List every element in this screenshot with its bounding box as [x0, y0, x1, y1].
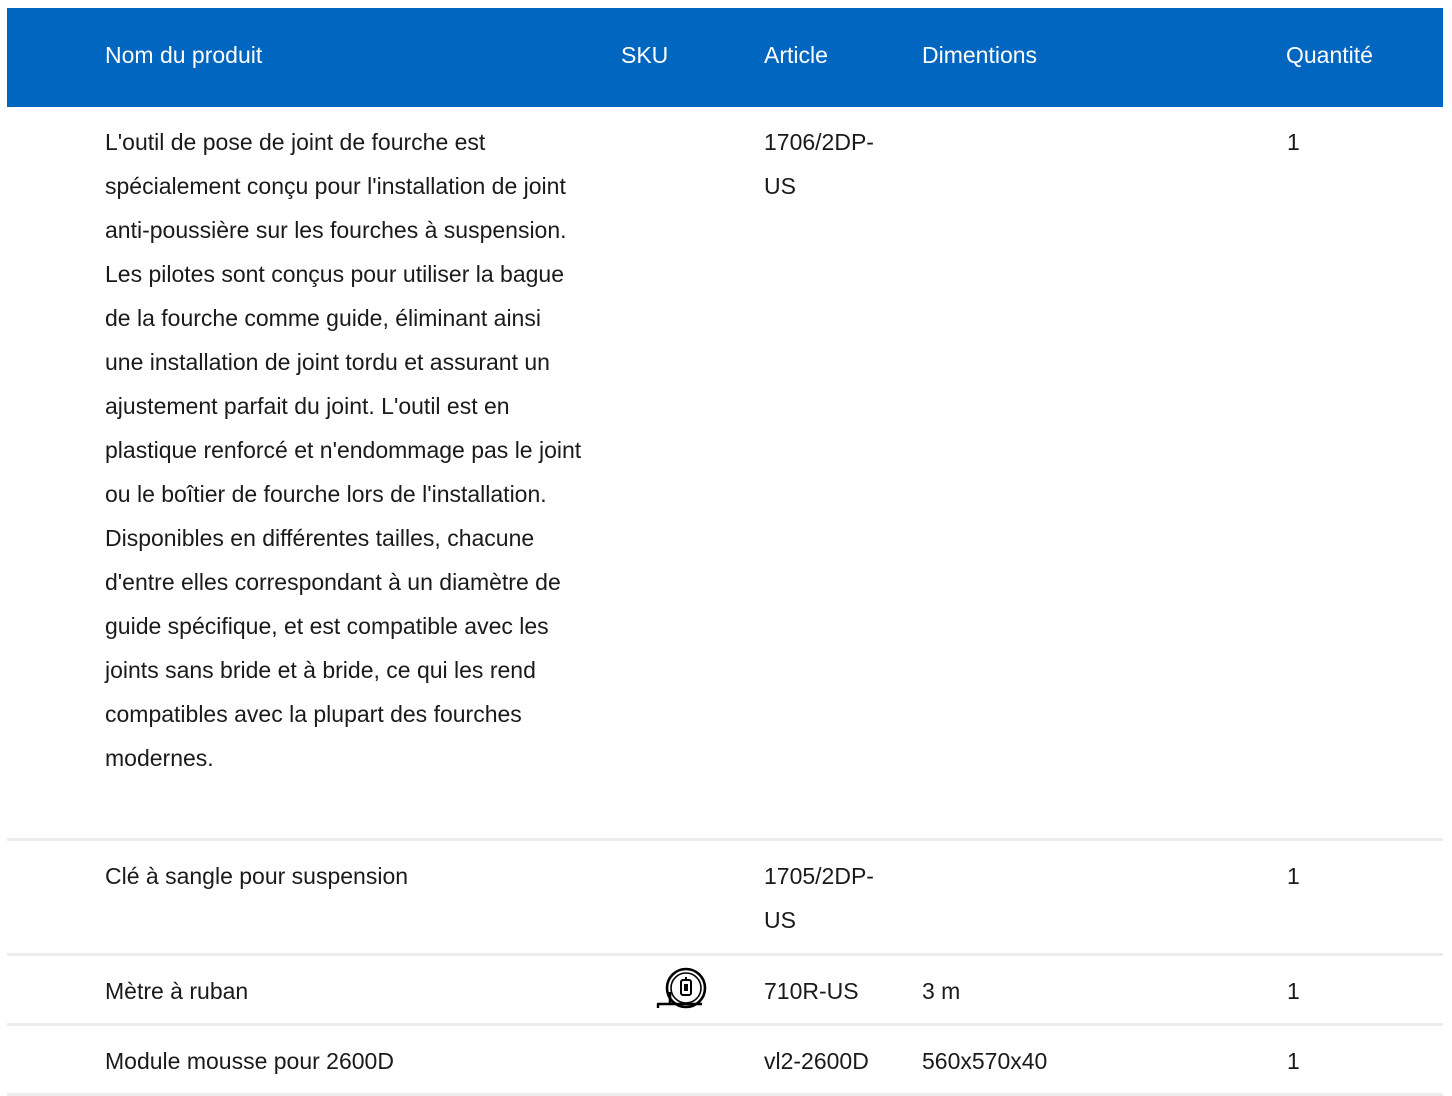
product-name-cell: Mètre à ruban: [105, 978, 249, 1004]
dimensions-cell: 560x570x40: [922, 1048, 1048, 1074]
quantity-cell: 1: [1287, 1048, 1300, 1074]
product-name-cell: Module mousse pour 2600D: [105, 1048, 394, 1074]
article-cell: 1706/2DP-US: [764, 129, 874, 199]
product-table: Nom du produit SKU Article Dimentions Qu…: [7, 8, 1443, 1096]
quantity-cell: 1: [1287, 129, 1300, 155]
article-cell: 710R-US: [764, 978, 859, 1004]
table-row: Module mousse pour 2600D vl2-2600D 560x5…: [7, 1026, 1443, 1096]
product-name-cell: L'outil de pose de joint de fourche est …: [105, 129, 582, 771]
table-header: Nom du produit SKU Article Dimentions Qu…: [7, 8, 1443, 107]
tape-measure-icon: [656, 965, 708, 1013]
column-header-dimensions[interactable]: Dimentions: [922, 41, 1037, 69]
table-row: Mètre à ruban 710R-US 3 m 1: [7, 956, 1443, 1026]
product-name-cell: Clé à sangle pour suspension: [105, 863, 409, 889]
column-header-article[interactable]: Article: [764, 41, 828, 69]
column-header-name[interactable]: Nom du produit: [105, 41, 262, 69]
quantity-cell: 1: [1287, 863, 1300, 889]
table-row: Clé à sangle pour suspension 1705/2DP-US…: [7, 841, 1443, 956]
dimensions-cell: 3 m: [922, 978, 961, 1004]
article-cell: 1705/2DP-US: [764, 863, 874, 933]
column-header-quantity[interactable]: Quantité: [1286, 41, 1373, 69]
table-row: L'outil de pose de joint de fourche est …: [7, 107, 1443, 841]
column-header-sku[interactable]: SKU: [621, 41, 668, 69]
article-cell: vl2-2600D: [764, 1048, 869, 1074]
quantity-cell: 1: [1287, 978, 1300, 1004]
